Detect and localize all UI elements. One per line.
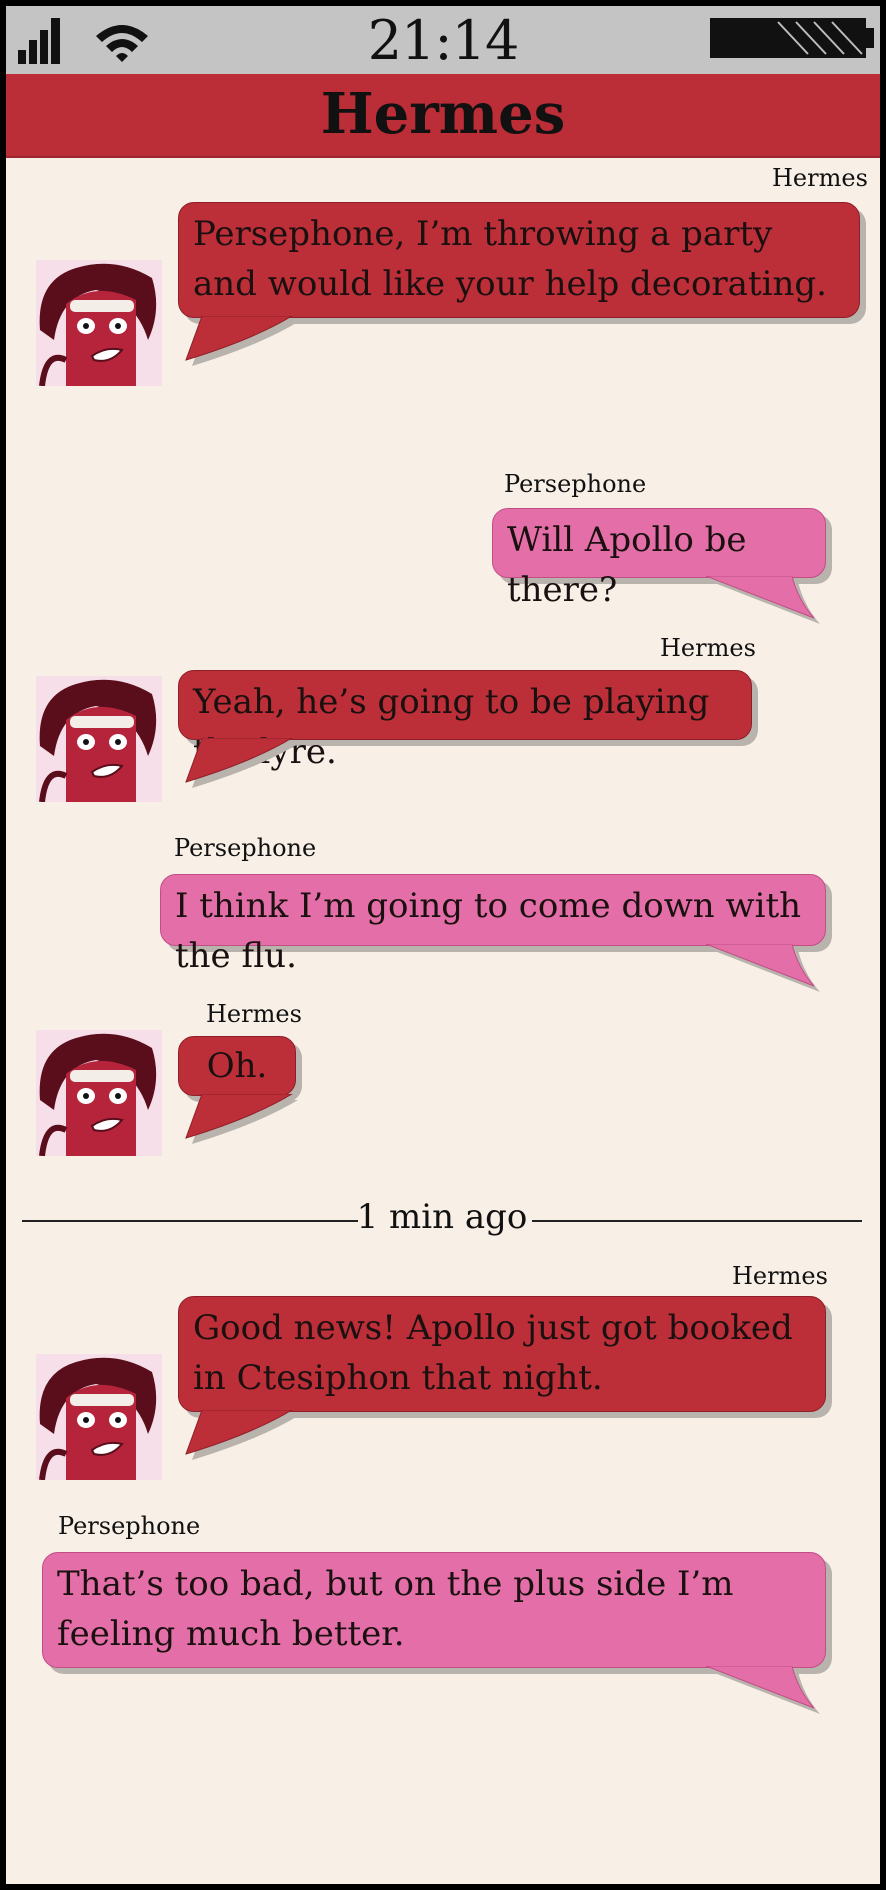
bubble-tail <box>705 576 820 624</box>
battery-icon <box>710 18 874 58</box>
hermes-portrait-icon <box>36 1030 162 1156</box>
message-bubble-hermes[interactable]: Persephone, I’m throwing a party and wou… <box>178 202 860 318</box>
message-sender: Hermes <box>772 164 868 192</box>
bubble-tail <box>185 1094 298 1144</box>
hermes-avatar <box>36 1354 162 1480</box>
hermes-avatar <box>36 676 162 802</box>
hermes-portrait-icon <box>36 676 162 802</box>
message-bubble-hermes[interactable]: Good news! Apollo just got booked in Cte… <box>178 1296 826 1412</box>
hermes-portrait-icon <box>36 1354 162 1480</box>
time-divider: 1 min ago <box>22 1192 862 1248</box>
divider-line <box>532 1220 862 1222</box>
phone-screen: 21:14 Hermes Hermes Persephone, I’m thro… <box>6 6 880 1884</box>
bubble-tail <box>705 1666 820 1714</box>
message-bubble-persephone[interactable]: I think I’m going to come down with the … <box>160 874 826 976</box>
message-bubble-persephone[interactable]: That’s too bad, but on the plus side I’m… <box>42 1552 826 1668</box>
message-sender: Hermes <box>732 1262 828 1290</box>
hermes-avatar <box>36 1030 162 1156</box>
message-sender: Hermes <box>206 1000 302 1028</box>
bubble-tail <box>185 1410 298 1460</box>
message-sender: Persephone <box>504 470 647 498</box>
chat-title: Hermes <box>320 81 566 147</box>
message-bubble-persephone[interactable]: Will Apollo be there? <box>492 508 826 610</box>
divider-timestamp: 1 min ago <box>356 1197 528 1237</box>
bubble-tail <box>185 738 298 788</box>
bubble-tail <box>705 944 820 992</box>
status-bar: 21:14 <box>6 6 880 74</box>
message-bubble-hermes[interactable]: Yeah, he’s going to be playing the lyre. <box>178 670 752 772</box>
chat-header: Hermes <box>6 74 880 158</box>
bubble-tail <box>185 316 298 366</box>
message-sender: Hermes <box>660 634 756 662</box>
hermes-avatar <box>36 260 162 386</box>
hermes-portrait-icon <box>36 260 162 386</box>
message-sender: Persephone <box>58 1512 201 1540</box>
message-sender: Persephone <box>174 834 317 862</box>
message-bubble-hermes[interactable]: Oh. <box>178 1036 296 1096</box>
